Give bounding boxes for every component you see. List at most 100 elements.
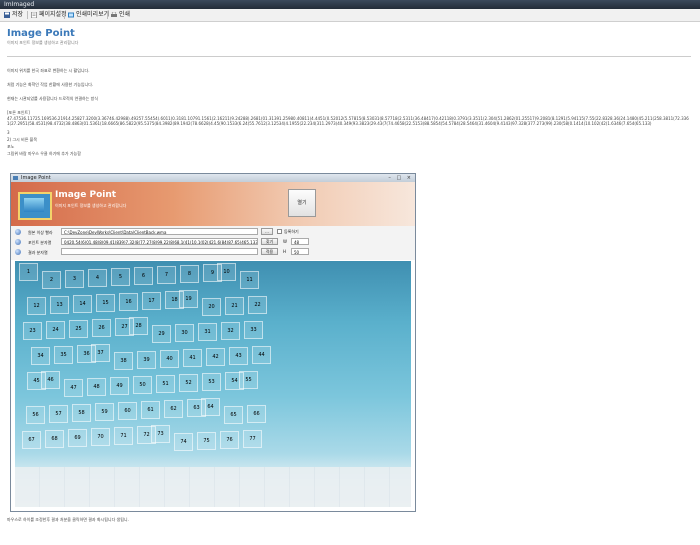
point-tile[interactable]: 62 [164,400,183,418]
point-tile[interactable]: 26 [92,319,111,337]
bullet-icon [15,239,21,245]
point-tile[interactable]: 28 [129,317,148,335]
result-string-input[interactable] [61,248,258,255]
point-tile[interactable]: 56 [26,406,45,424]
point-tile[interactable]: 30 [175,324,194,342]
point-tile[interactable]: 65 [224,406,243,424]
point-tile[interactable]: 12 [27,297,46,315]
point-tile[interactable]: 64 [201,398,220,416]
point-tile[interactable]: 24 [46,321,65,339]
point-tile[interactable]: 43 [229,347,248,365]
point-tile[interactable]: 16 [119,293,138,311]
description-line: 2) 그시 비른 블목 [7,137,37,142]
canvas-floor [15,467,411,507]
source-label: 원본 이상 빨라 [28,230,53,235]
point-tile[interactable]: 7 [157,266,176,284]
width-input[interactable]: 48 [291,238,309,245]
point-tile[interactable]: 13 [50,296,69,314]
point-tile[interactable]: 61 [141,401,160,419]
point-tile[interactable]: 38 [114,352,133,370]
point-tile[interactable]: 73 [151,425,170,443]
print-preview-icon [68,12,74,18]
source-path-input[interactable]: C:\DevZone\DevWorks\Client\Data\ClientBa… [61,228,258,235]
point-tile[interactable]: 11 [240,271,259,289]
point-tile[interactable]: 41 [183,349,202,367]
point-tile[interactable]: 22 [248,296,267,314]
find-button[interactable]: 찾기 [261,238,278,245]
point-tile[interactable]: 47 [64,379,83,397]
point-tile[interactable]: 52 [179,374,198,392]
open-button[interactable]: 열기 [288,189,316,217]
point-tile[interactable]: 32 [221,322,240,340]
point-tile[interactable]: 33 [244,321,263,339]
description-line: 포노 [7,144,15,149]
point-tile[interactable]: 2 [42,271,61,289]
point-tile[interactable]: 51 [156,375,175,393]
print-button[interactable]: 인쇄 [110,10,130,20]
point-tile[interactable]: 46 [41,371,60,389]
point-tile[interactable]: 42 [206,348,225,366]
point-tile[interactable]: 48 [87,378,106,396]
point-tile[interactable]: 58 [72,404,91,422]
point-tile[interactable]: 29 [152,325,171,343]
film-image-icon [18,192,52,220]
point-tile[interactable]: 57 [49,405,68,423]
point-tile[interactable]: 3 [65,270,84,288]
point-tile[interactable]: 23 [23,322,42,340]
page-setup-icon [31,12,37,18]
point-tile[interactable]: 19 [179,290,198,308]
point-tile[interactable]: 76 [220,431,239,449]
point-tile[interactable]: 66 [247,405,266,423]
point-tile[interactable]: 71 [114,427,133,445]
point-tile[interactable]: 67 [22,431,41,449]
point-tile[interactable]: 14 [73,295,92,313]
point-tile[interactable]: 34 [31,347,50,365]
point-tile[interactable]: 74 [174,433,193,451]
point-tile[interactable]: 69 [68,429,87,447]
point-tile[interactable]: 53 [202,373,221,391]
point-tile[interactable]: 77 [243,430,262,448]
point-tile[interactable]: 31 [198,323,217,341]
toolbar-divider [27,11,28,19]
point-tile[interactable]: 70 [91,428,110,446]
point-label: 포인트 분자열 [28,240,52,245]
point-tile[interactable]: 4 [88,269,107,287]
point-tile[interactable]: 15 [96,294,115,312]
image-canvas[interactable]: 1 2 3 4 5 6 7 8 9 10 11 12 13 14 15 16 17 18 19 20 21 22 23 24 2… [15,261,411,507]
point-tile[interactable]: 39 [137,351,156,369]
point-tile[interactable]: 6 [134,267,153,285]
save-icon [4,12,10,18]
point-row: 포인트 분자열 0420.54(6(01.48(8(09.41(839)7.32… [11,238,415,247]
apply-button[interactable]: 적용 [261,248,278,255]
point-tile[interactable]: 60 [118,402,137,420]
point-tile[interactable]: 25 [69,320,88,338]
save-button[interactable]: 저장 [3,10,23,20]
point-tile[interactable]: 17 [142,292,161,310]
app-icon [13,176,18,180]
point-tile[interactable]: 59 [95,403,114,421]
point-tile[interactable]: 1 [19,263,38,281]
point-tile[interactable]: 55 [239,371,258,389]
point-tile[interactable]: 20 [202,298,221,316]
point-tile[interactable]: 37 [91,344,110,362]
point-tile[interactable]: 5 [111,268,130,286]
print-preview-button[interactable]: 인쇄미리보기 [67,10,109,20]
source-row: 원본 이상 빨라 C:\DevZone\DevWorks\Client\Data… [11,228,415,237]
point-tile[interactable]: 10 [217,263,236,281]
page-setup-button[interactable]: 페이지설정 [30,10,67,20]
register-checkbox[interactable] [277,229,282,234]
window-controls[interactable]: – □ × [388,175,413,181]
point-string-input[interactable]: 0420.54(6(01.48(8(09.41(839)7.32(8(77.27… [61,238,258,245]
height-input[interactable]: 50 [291,248,309,255]
description-line: 처럼 기능은 화학인 작업 한황에 사용한 기능입니다. [7,82,94,87]
point-tile[interactable]: 40 [160,350,179,368]
point-tile[interactable]: 8 [180,265,199,283]
point-tile[interactable]: 75 [197,432,216,450]
browse-button[interactable]: ... [261,228,273,235]
point-tile[interactable]: 49 [110,377,129,395]
point-tile[interactable]: 35 [54,346,73,364]
point-tile[interactable]: 50 [133,376,152,394]
point-tile[interactable]: 44 [252,346,271,364]
point-tile[interactable]: 21 [225,297,244,315]
point-tile[interactable]: 68 [45,430,64,448]
